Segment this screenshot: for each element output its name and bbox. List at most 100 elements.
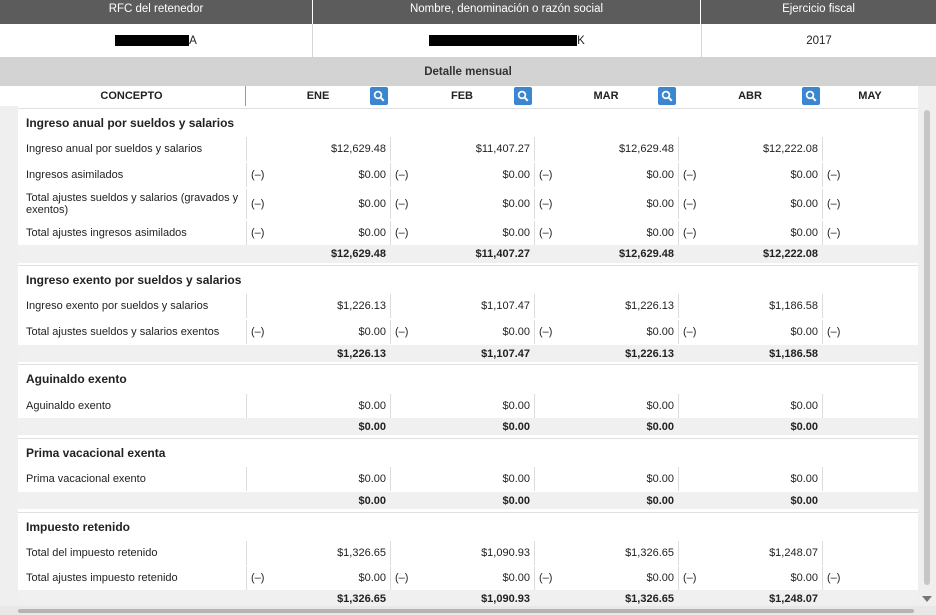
month-cell-ene: $1,226.13 bbox=[246, 294, 390, 318]
amount-value: $0.00 bbox=[358, 473, 386, 485]
month-cell-ene: (–) $0.00 bbox=[246, 320, 390, 344]
total-value: $0.00 bbox=[790, 494, 818, 507]
month-cell-feb: (–) $0.00 bbox=[390, 163, 534, 187]
scroll-down-arrow-icon[interactable] bbox=[922, 596, 932, 602]
month-cell-abr: $1,248.07 bbox=[678, 541, 822, 565]
month-cell-mar: (–) $0.00 bbox=[534, 566, 678, 590]
month-cell-abr: $0.00 bbox=[678, 418, 822, 435]
month-cell-mar: $1,326.65 bbox=[534, 541, 678, 565]
horizontal-scroll-thumb[interactable] bbox=[18, 609, 914, 613]
month-cell-feb: (–) $0.00 bbox=[390, 320, 534, 344]
row-label: Total ajustes impuesto retenido bbox=[26, 572, 178, 584]
month-cell-may: (–) bbox=[822, 221, 918, 245]
adjustment-sign: (–) bbox=[395, 198, 409, 210]
month-cell-ene: $1,226.13 bbox=[246, 345, 390, 362]
adjustment-sign: (–) bbox=[539, 326, 553, 338]
month-cell-abr: $0.00 bbox=[678, 467, 822, 491]
adjustment-sign: (–) bbox=[251, 572, 265, 584]
month-cell-ene: $0.00 bbox=[246, 418, 390, 435]
name-value: K bbox=[312, 24, 701, 57]
amount-value: $0.00 bbox=[790, 227, 818, 239]
total-value: $0.00 bbox=[358, 494, 386, 507]
month-cell-mar: $0.00 bbox=[534, 394, 678, 418]
amount-value: $0.00 bbox=[358, 400, 386, 412]
month-cell-ene: (–) $0.00 bbox=[246, 163, 390, 187]
redaction-bar bbox=[429, 35, 578, 46]
magnifier-icon[interactable] bbox=[514, 87, 532, 105]
month-cell-ene: (–) $0.00 bbox=[246, 566, 390, 590]
col-header-may: MAY bbox=[822, 86, 918, 106]
amount-value: $0.00 bbox=[646, 169, 674, 181]
month-cell-feb: $0.00 bbox=[390, 418, 534, 435]
amount-value: $0.00 bbox=[646, 572, 674, 584]
month-cell-feb: (–) $0.00 bbox=[390, 566, 534, 590]
adjustment-sign: (–) bbox=[683, 227, 697, 239]
amount-value: $0.00 bbox=[790, 572, 818, 584]
month-cell-may: (–) bbox=[822, 320, 918, 344]
total-value: $1,107.47 bbox=[481, 347, 530, 360]
month-cell-feb: $0.00 bbox=[390, 492, 534, 509]
total-value: $1,248.07 bbox=[769, 592, 818, 605]
adjustment-sign: (–) bbox=[395, 572, 409, 584]
month-cell-may: (–) bbox=[822, 189, 918, 219]
rfc-value-suffix: A bbox=[189, 34, 197, 47]
year-header: Ejercicio fiscal bbox=[701, 0, 936, 24]
amount-value: $1,226.13 bbox=[625, 300, 674, 312]
month-cell-mar: (–) $0.00 bbox=[534, 189, 678, 219]
month-cell-ene: (–) $0.00 bbox=[246, 221, 390, 245]
month-cell-ene: $0.00 bbox=[246, 394, 390, 418]
amount-value: $0.00 bbox=[646, 473, 674, 485]
amount-value: $1,090.93 bbox=[481, 547, 530, 559]
amount-value: $1,248.07 bbox=[769, 547, 818, 559]
adjustment-sign: (–) bbox=[395, 227, 409, 239]
magnifier-icon[interactable] bbox=[658, 87, 676, 105]
adjustment-sign: (–) bbox=[827, 572, 841, 584]
month-cell-ene: $1,326.65 bbox=[246, 541, 390, 565]
adjustment-sign: (–) bbox=[539, 169, 553, 181]
table-row: Prima vacacional exento $0.00 $0.00 $0.00 $0… bbox=[18, 467, 918, 491]
total-value: $1,326.65 bbox=[625, 592, 674, 605]
amount-value: $0.00 bbox=[790, 400, 818, 412]
adjustment-sign: (–) bbox=[539, 227, 553, 239]
adjustment-sign: (–) bbox=[395, 326, 409, 338]
detail-title: Detalle mensual bbox=[424, 66, 512, 78]
month-cell-abr: $1,248.07 bbox=[678, 590, 822, 607]
month-cell-may: $ bbox=[822, 541, 918, 565]
section-title: Ingreso exento por sueldos y salarios bbox=[18, 265, 918, 294]
adjustment-sign: (–) bbox=[251, 169, 265, 181]
total-row: $1,326.65 $1,090.93 $1,326.65 $1,248.07 $ bbox=[18, 590, 918, 607]
month-cell-abr: (–) $0.00 bbox=[678, 163, 822, 187]
amount-value: $1,107.47 bbox=[481, 300, 530, 312]
total-value: $1,226.13 bbox=[625, 347, 674, 360]
row-label: Total del impuesto retenido bbox=[26, 547, 158, 559]
month-cell-mar: $0.00 bbox=[534, 467, 678, 491]
magnifier-icon[interactable] bbox=[802, 87, 820, 105]
month-cell-mar: $1,226.13 bbox=[534, 294, 678, 318]
total-row: $0.00 $0.00 $0.00 $0.00 bbox=[18, 492, 918, 509]
total-value: $0.00 bbox=[646, 494, 674, 507]
month-cell-feb: $11,407.27 bbox=[390, 137, 534, 161]
amount-value: $0.00 bbox=[502, 198, 530, 210]
month-cell-abr: $1,186.58 bbox=[678, 294, 822, 318]
month-cell-abr: (–) $0.00 bbox=[678, 189, 822, 219]
amount-value: $0.00 bbox=[646, 227, 674, 239]
adjustment-sign: (–) bbox=[827, 227, 841, 239]
section-title: Aguinaldo exento bbox=[18, 364, 918, 392]
month-cell-may bbox=[822, 467, 918, 491]
month-cell-abr: $0.00 bbox=[678, 492, 822, 509]
amount-value: $0.00 bbox=[646, 326, 674, 338]
table-row: Aguinaldo exento $0.00 $0.00 $0.00 $0.00 bbox=[18, 394, 918, 418]
amount-value: $1,326.65 bbox=[337, 547, 386, 559]
amount-value: $0.00 bbox=[790, 326, 818, 338]
month-cell-mar: (–) $0.00 bbox=[534, 320, 678, 344]
amount-value: $0.00 bbox=[358, 169, 386, 181]
amount-value: $0.00 bbox=[502, 572, 530, 584]
amount-value: $11,407.27 bbox=[475, 143, 530, 155]
adjustment-sign: (–) bbox=[827, 169, 841, 181]
table-row: Total ajustes sueldos y salarios exentos… bbox=[18, 320, 918, 344]
redaction-bar bbox=[115, 35, 190, 46]
adjustment-sign: (–) bbox=[539, 198, 553, 210]
table-row: Total ajustes impuesto retenido (–) $0.00 (… bbox=[18, 566, 918, 590]
vertical-scroll-thumb[interactable] bbox=[924, 110, 930, 585]
magnifier-icon[interactable] bbox=[370, 87, 388, 105]
